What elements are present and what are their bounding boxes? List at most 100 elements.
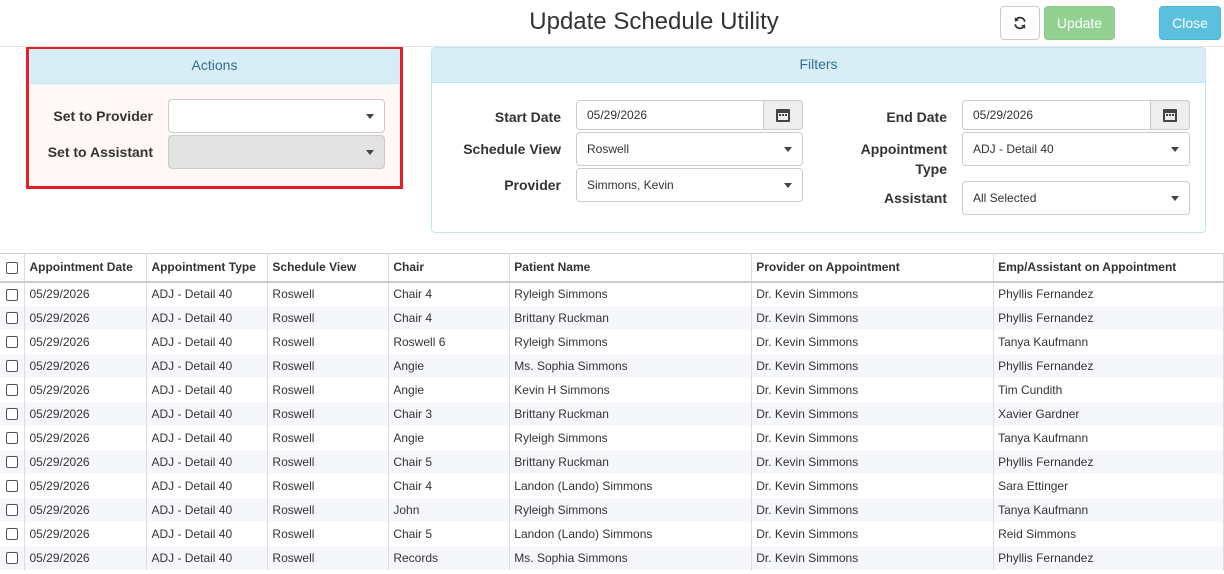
row-checkbox[interactable] [6, 384, 18, 397]
table-cell: Dr. Kevin Simmons [751, 305, 995, 330]
table-cell: Roswell [267, 305, 390, 330]
assistant-select[interactable]: All Selected [962, 181, 1190, 215]
row-select-cell [0, 425, 26, 450]
table-row[interactable]: 05/29/2026 ADJ - Detail 40 Roswell Angie Kev… [0, 377, 1224, 402]
table-row[interactable]: 05/29/2026 ADJ - Detail 40 Roswell Chair 5L… [0, 521, 1224, 546]
refresh-icon [1014, 16, 1026, 30]
chevron-down-icon [1171, 147, 1179, 152]
column-header[interactable]: Chair [388, 253, 511, 283]
column-header[interactable]: Provider on Appointment [751, 253, 995, 283]
table-cell: Angie [388, 425, 511, 450]
table-cell: Ms. Sophia Simmons [509, 353, 753, 378]
table-cell: Angie [388, 377, 511, 402]
table-cell: ADJ - Detail 40 [146, 377, 269, 402]
table-row[interactable]: 05/29/2026 ADJ - Detail 40 Roswell Roswell … [0, 329, 1224, 354]
calendar-icon [1163, 108, 1177, 122]
table-cell: 05/29/2026 [24, 521, 148, 546]
table-row[interactable]: 05/29/2026 ADJ - Detail 40 Roswell Chair 5B… [0, 449, 1224, 474]
select-all-cell [0, 253, 26, 283]
row-checkbox[interactable] [6, 456, 18, 469]
table-cell: Brittany Ruckman [509, 449, 753, 474]
table-row[interactable]: 05/29/2026 ADJ - Detail 40 Roswell Angie Ryl… [0, 425, 1224, 450]
table-cell: ADJ - Detail 40 [146, 449, 269, 474]
table-cell: Ryleigh Simmons [509, 281, 753, 306]
end-date-calendar-button[interactable] [1150, 100, 1190, 130]
schedule-view-select[interactable]: Roswell [576, 132, 803, 166]
provider-select[interactable]: Simmons, Kevin [576, 168, 803, 202]
row-checkbox[interactable] [6, 312, 18, 325]
table-cell: Roswell [267, 545, 390, 570]
chevron-down-icon [784, 147, 792, 152]
row-checkbox[interactable] [6, 408, 18, 421]
table-cell: Dr. Kevin Simmons [751, 281, 995, 306]
set-assistant-select[interactable] [168, 135, 385, 169]
table-cell: Chair 5 [388, 449, 511, 474]
table-cell: Tanya Kaufmann [993, 425, 1224, 450]
table-cell: Roswell 6 [388, 329, 511, 354]
row-checkbox[interactable] [6, 360, 18, 373]
table-row[interactable]: 05/29/2026 ADJ - Detail 40 Roswell Records M… [0, 545, 1224, 570]
set-provider-select[interactable] [168, 99, 385, 133]
table-cell: 05/29/2026 [24, 305, 148, 330]
table-cell: Phyllis Fernandez [993, 353, 1224, 378]
table-cell: 05/29/2026 [24, 377, 148, 402]
table-cell: Dr. Kevin Simmons [751, 521, 995, 546]
start-date-calendar-button[interactable] [763, 100, 803, 130]
table-cell: ADJ - Detail 40 [146, 305, 269, 330]
update-button[interactable]: Update [1044, 6, 1115, 40]
refresh-button[interactable] [1000, 6, 1040, 40]
row-select-cell [0, 521, 26, 546]
assistant-label: Assistant [883, 190, 947, 206]
table-row[interactable]: 05/29/2026 ADJ - Detail 40 Roswell Chair 4L… [0, 473, 1224, 498]
table-cell: Landon (Lando) Simmons [509, 521, 753, 546]
table-cell: Phyllis Fernandez [993, 281, 1224, 306]
start-date-value: 05/29/2026 [587, 108, 648, 122]
schedule-view-value: Roswell [587, 142, 630, 156]
end-date-input[interactable]: 05/29/2026 [962, 100, 1190, 130]
table-cell: ADJ - Detail 40 [146, 473, 269, 498]
table-row[interactable]: 05/29/2026 ADJ - Detail 40 Roswell Chair 3B… [0, 401, 1224, 426]
table-cell: Ryleigh Simmons [509, 329, 753, 354]
table-cell: Phyllis Fernandez [993, 305, 1224, 330]
select-all-checkbox[interactable] [6, 262, 18, 275]
table-cell: 05/29/2026 [24, 401, 148, 426]
table-cell: Brittany Ruckman [509, 401, 753, 426]
filters-panel-title: Filters [432, 48, 1205, 83]
column-header[interactable]: Appointment Date [24, 253, 148, 283]
table-cell: ADJ - Detail 40 [146, 425, 269, 450]
row-checkbox[interactable] [6, 552, 18, 565]
table-row[interactable]: 05/29/2026 ADJ - Detail 40 Roswell John Ryle… [0, 497, 1224, 522]
column-header[interactable]: Emp/Assistant on Appointment [993, 253, 1224, 283]
column-header[interactable]: Patient Name [509, 253, 753, 283]
row-checkbox[interactable] [6, 528, 18, 541]
calendar-icon [776, 108, 790, 122]
close-button[interactable]: Close [1159, 6, 1221, 40]
row-checkbox[interactable] [6, 504, 18, 517]
row-checkbox[interactable] [6, 288, 18, 301]
table-cell: Kevin H Simmons [509, 377, 753, 402]
table-row[interactable]: 05/29/2026 ADJ - Detail 40 Roswell Angie Ms.… [0, 353, 1224, 378]
table-cell: Roswell [267, 329, 390, 354]
table-cell: Chair 4 [388, 473, 511, 498]
appointment-type-select[interactable]: ADJ - Detail 40 [962, 132, 1190, 166]
page-title: Update Schedule Utility [529, 8, 779, 35]
column-header[interactable]: Schedule View [267, 253, 390, 283]
row-checkbox[interactable] [6, 336, 18, 349]
column-header[interactable]: Appointment Type [146, 253, 269, 283]
table-cell: ADJ - Detail 40 [146, 281, 269, 306]
row-checkbox[interactable] [6, 432, 18, 445]
appointment-type-label-line1: Appointment [860, 141, 947, 157]
row-select-cell [0, 353, 26, 378]
table-cell: Roswell [267, 377, 390, 402]
table-cell: ADJ - Detail 40 [146, 353, 269, 378]
provider-label: Provider [504, 177, 561, 193]
table-cell: 05/29/2026 [24, 281, 148, 306]
row-checkbox[interactable] [6, 480, 18, 493]
table-cell: Brittany Ruckman [509, 305, 753, 330]
table-cell: Dr. Kevin Simmons [751, 353, 995, 378]
table-row[interactable]: 05/29/2026 ADJ - Detail 40 Roswell Chair 4R… [0, 281, 1224, 306]
row-select-cell [0, 377, 26, 402]
start-date-input[interactable]: 05/29/2026 [576, 100, 803, 130]
table-cell: ADJ - Detail 40 [146, 521, 269, 546]
table-row[interactable]: 05/29/2026 ADJ - Detail 40 Roswell Chair 4B… [0, 305, 1224, 330]
